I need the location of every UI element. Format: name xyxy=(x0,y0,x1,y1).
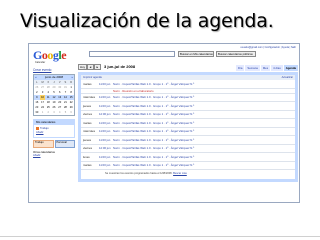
slide-title: Visualización de la agenda. xyxy=(20,10,274,32)
agenda-footer: Se muestran los eventos programados hast… xyxy=(81,170,295,175)
my-calendars-box: Mis calendarios Trabajo Añadir xyxy=(33,119,75,138)
agenda-time: 11:00 jun xyxy=(99,81,111,86)
agenda-day: jueves xyxy=(83,137,92,142)
agenda-row[interactable]: lunes 11:00 jun Norm · Cupos/Tarifas Web 1… xyxy=(81,153,295,162)
sidebar: Crear evento « junio de 2008 » L M X J V S D 26… xyxy=(33,68,75,157)
agenda-row[interactable]: martes 11:00 jun Norm · Cupos/Tarifas Web … xyxy=(81,119,295,128)
agenda-row[interactable]: miércoles 11:00 jun Norm · Cupos/Tarifas W… xyxy=(81,94,295,102)
agenda-row[interactable]: jueves 11:00 jun Norm · Cupos/Tarifas Web … xyxy=(81,102,295,111)
agenda-row[interactable]: martes 11:00 jun Norm · Cupos/Tarifas Web … xyxy=(81,162,295,170)
date-range: 3 jun-jul de 2008 xyxy=(104,64,136,69)
agenda-day: viernes xyxy=(83,146,93,151)
mini-calendar-grid: L M X J V S D 26 27 28 29 30 31 1 2 3 4 5 6 7 8 9 10 11 12 13 14 15… xyxy=(34,80,74,115)
agenda-row[interactable]: viernes 12:00 jun Norm · Cupos/Tarifas Web… xyxy=(81,111,295,119)
agenda-title[interactable]: Norm · Reunión en el laboratorio xyxy=(113,89,295,93)
agenda-row[interactable]: martes 11:00 jun Norm · Cupos/Tarifas Web … xyxy=(81,80,295,89)
mini-calendar: « junio de 2008 » L M X J V S D 26 27 28 29 30 31 1 2 3… xyxy=(33,74,75,116)
agenda-title[interactable]: Norm · Cupos/Tarifas Web 1.0 · Grupo 1 ·… xyxy=(113,129,295,133)
agenda-time: 11:00 jun xyxy=(99,120,111,125)
mini-calendar-month: junio de 2008 xyxy=(44,75,64,79)
today-button[interactable]: Hoy xyxy=(78,64,87,70)
agenda-time: 11:00 jun xyxy=(99,154,111,159)
prev-month-icon[interactable]: « xyxy=(35,75,37,80)
agenda-title[interactable]: Norm · Cupos/Tarifas Web 1.0 · Grupo 1 ·… xyxy=(113,112,295,116)
other-calendars-add-link[interactable]: Añadir xyxy=(33,154,75,157)
agenda-title[interactable]: Norm · Cupos/Tarifas Web 1.0 · Grupo 1 ·… xyxy=(113,146,295,150)
next-arrow-icon[interactable]: ► xyxy=(94,64,101,70)
agenda-time: 11:00 jun xyxy=(99,103,111,108)
logo-letter: G xyxy=(33,48,42,62)
agenda-day: martes xyxy=(83,163,92,168)
agenda-title[interactable]: Norm · Cupos/Tarifas Web 1.0 · Grupo 1 ·… xyxy=(113,104,295,108)
search-more-link[interactable]: Buscar más xyxy=(173,172,187,175)
agenda-time: 11:00 jun xyxy=(99,129,111,134)
toolbar: Hoy ◄ ► 3 jun-jul de 2008 Día Semana Mes 4 … xyxy=(78,64,298,71)
print-agenda-link[interactable]: Imprimir agenda xyxy=(83,76,102,79)
agenda-day: martes xyxy=(83,120,92,125)
calendar-color-swatch xyxy=(36,127,39,130)
agenda-time: 11:00 jun xyxy=(99,137,111,142)
view-tabs: Día Semana Mes 4 días Agenda xyxy=(236,65,298,71)
calendar-chip-a[interactable]: Trabajo xyxy=(33,140,54,148)
agenda-title[interactable]: Norm · Cupos/Tarifas Web 1.0 · Grupo 1 ·… xyxy=(113,155,295,159)
agenda-row[interactable]: jueves 11:00 jun Norm · Cupos/Tarifas Web … xyxy=(81,136,295,145)
agenda-header: Imprimir agenda Actualizar xyxy=(81,75,295,80)
tab-3[interactable]: 4 días xyxy=(271,65,283,71)
agenda-title[interactable]: Norm · Cupos/Tarifas Web 1.0 · Grupo 1 ·… xyxy=(113,138,295,142)
logo-letter: e xyxy=(61,48,67,62)
agenda-title[interactable]: Norm · Cupos/Tarifas Web 1.0 · Grupo 1 ·… xyxy=(113,163,295,167)
tab-1[interactable]: Semana xyxy=(245,65,260,71)
create-event-link[interactable]: Crear evento xyxy=(33,68,75,72)
agenda-day: miércoles xyxy=(83,95,95,100)
calendar-chip-b[interactable]: Personal xyxy=(54,140,75,148)
agenda-time: 12:00 jun xyxy=(99,112,111,117)
agenda-time: 12:00 jun xyxy=(99,146,111,151)
agenda-day: lunes xyxy=(83,154,90,159)
mini-calendar-header: « junio de 2008 » xyxy=(34,75,74,80)
agenda-day: viernes xyxy=(83,112,93,117)
slide-footer-rule xyxy=(0,236,320,237)
header-links[interactable]: usuario@gmail.com | Configuración | Ayud… xyxy=(240,46,296,49)
agenda-day: martes xyxy=(83,81,92,86)
agenda-row[interactable]: viernes 12:00 jun Norm · Cupos/Tarifas Web… xyxy=(81,145,295,153)
agenda-time: 11:00 jun xyxy=(99,163,111,168)
calendar-screenshot: Google Calendar usuario@gmail.com | Conf… xyxy=(28,43,300,203)
add-calendar-link[interactable]: Añadir xyxy=(36,131,72,134)
mini-calendar-day[interactable]: 6 xyxy=(68,110,74,115)
tab-2[interactable]: Mes xyxy=(260,65,271,71)
tab-4[interactable]: Agenda xyxy=(283,65,298,71)
google-logo[interactable]: Google xyxy=(33,49,66,61)
agenda-row[interactable]: miércoles 11:00 jun Norm · Cupos/Tarifas W… xyxy=(81,128,295,136)
agenda-title[interactable]: Norm · Cupos/Tarifas Web 1.0 · Grupo 1 ·… xyxy=(113,95,295,99)
agenda-day: jueves xyxy=(83,103,92,108)
calendar-name: Trabajo xyxy=(40,127,49,130)
agenda-title[interactable]: Norm · Cupos/Tarifas Web 1.0 · Grupo 1 ·… xyxy=(113,82,295,86)
agenda-time: 11:00 jun xyxy=(99,95,111,100)
logo-subtitle: Calendar xyxy=(35,61,46,64)
search-mine-button[interactable]: Buscar en Mis calendarios xyxy=(178,51,214,57)
prev-arrow-icon[interactable]: ◄ xyxy=(87,64,94,70)
next-month-icon[interactable]: » xyxy=(71,75,73,80)
agenda-day: miércoles xyxy=(83,129,95,134)
tab-0[interactable]: Día xyxy=(236,65,245,71)
refresh-link[interactable]: Actualizar xyxy=(282,75,293,80)
search-input[interactable] xyxy=(89,51,175,57)
agenda-list: Imprimir agenda Actualizar martes 11:00 j… xyxy=(78,72,298,182)
calendar-chips: Trabajo Personal xyxy=(33,140,75,148)
search-public-button[interactable]: Buscar calendarios públicos xyxy=(216,51,256,57)
agenda-main: Hoy ◄ ► 3 jun-jul de 2008 Día Semana Mes 4 … xyxy=(78,64,298,200)
agenda-footer-text: Se muestran los eventos programados hast… xyxy=(105,172,173,175)
agenda-title[interactable]: Norm · Cupos/Tarifas Web 1.0 · Grupo 1 ·… xyxy=(113,121,295,125)
